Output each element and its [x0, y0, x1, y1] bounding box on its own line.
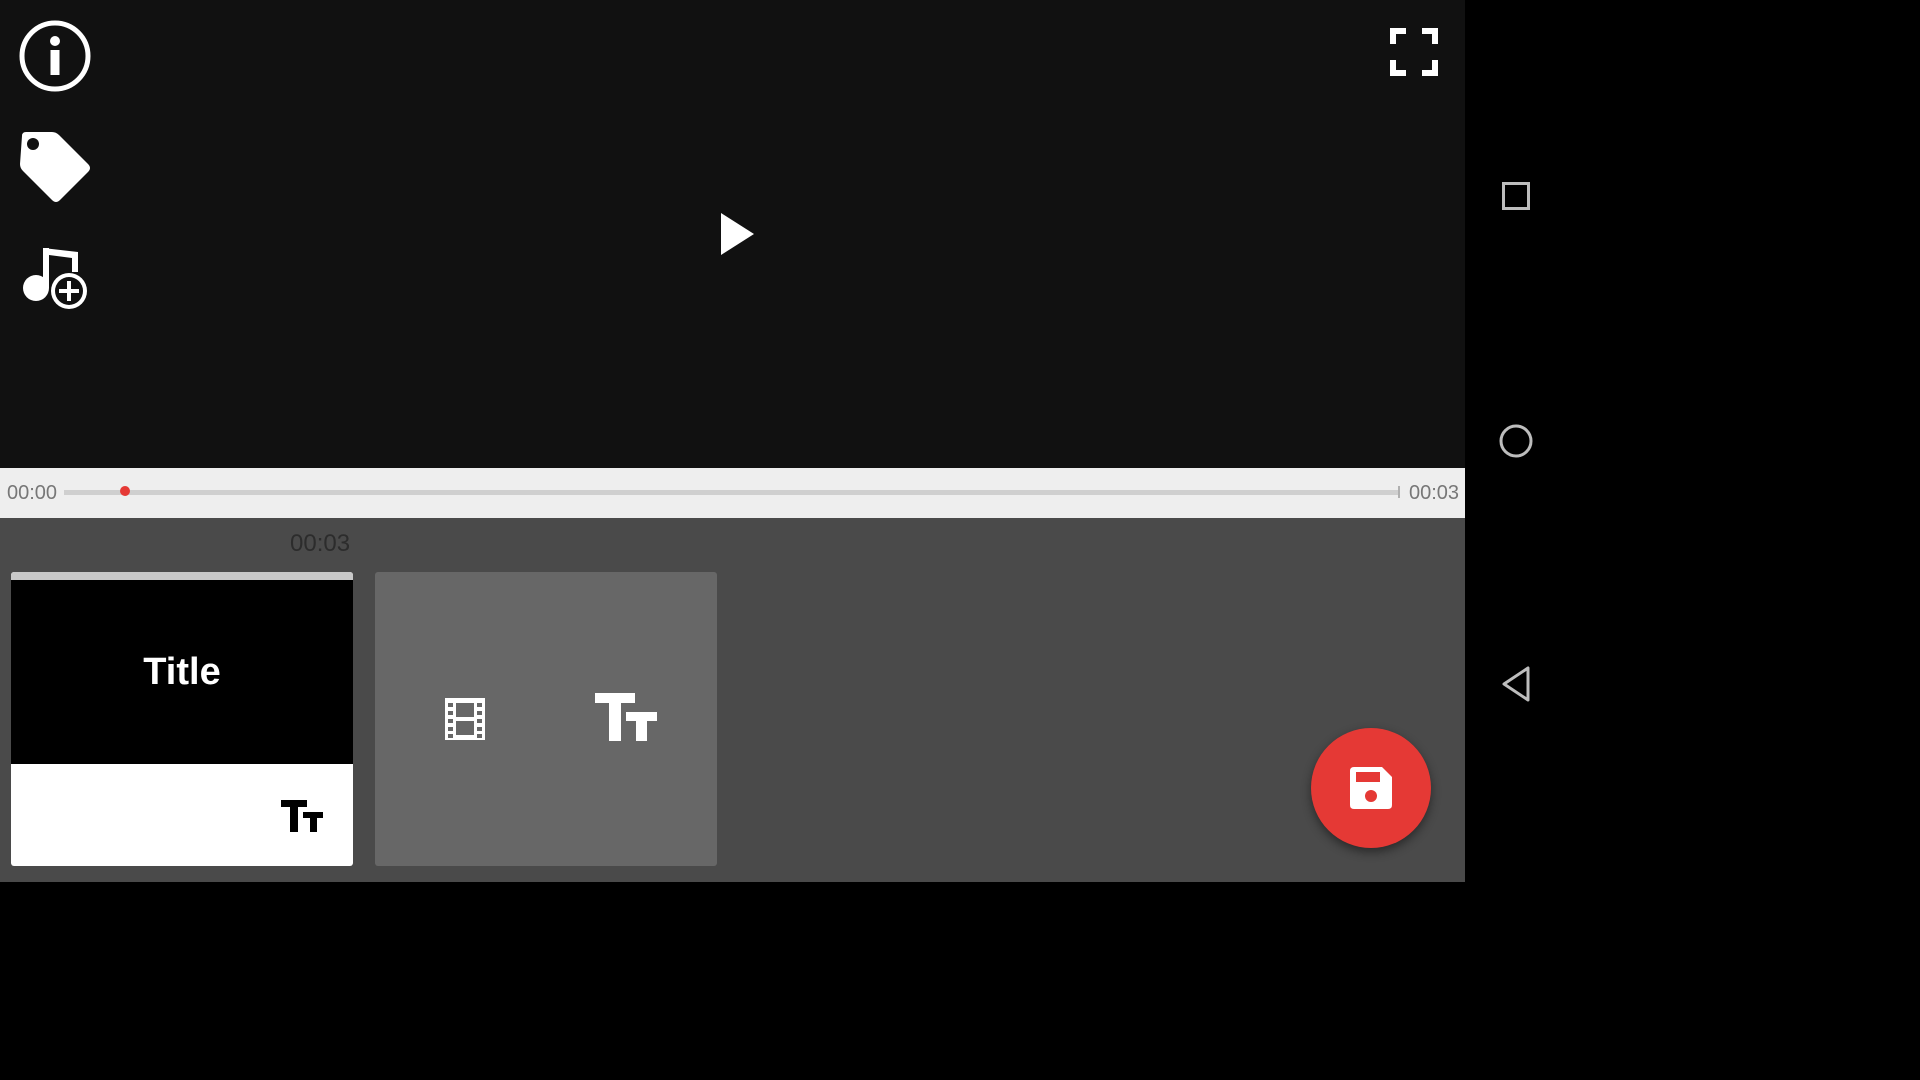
save-icon	[1350, 767, 1392, 809]
save-button[interactable]	[1311, 728, 1431, 848]
clip-progress-strip	[11, 572, 353, 580]
timeline-panel: 00:03 Title	[0, 518, 1465, 882]
add-clip-card	[375, 572, 717, 866]
seek-track[interactable]	[64, 490, 1400, 495]
video-preview[interactable]	[0, 0, 1465, 468]
title-clip-card[interactable]: Title	[11, 572, 353, 866]
triangle-back-icon[interactable]	[1500, 665, 1532, 703]
current-time: 00:00	[7, 482, 58, 504]
film-icon[interactable]	[443, 696, 487, 742]
total-time: 00:03	[1409, 482, 1460, 504]
seek-track-end	[1398, 486, 1400, 498]
square-icon[interactable]	[1501, 181, 1531, 211]
fullscreen-icon[interactable]	[1388, 26, 1440, 78]
clip-duration: 00:03	[290, 530, 351, 557]
clip-thumbnail: Title	[11, 580, 353, 764]
circle-icon[interactable]	[1498, 423, 1534, 459]
tag-icon[interactable]	[18, 130, 92, 204]
system-nav-bar	[1465, 0, 1568, 882]
text-format-icon[interactable]	[281, 798, 325, 834]
info-icon[interactable]	[18, 19, 92, 93]
playback-scrubber[interactable]: 00:00 00:03	[0, 468, 1465, 518]
clip-title: Title	[143, 650, 221, 693]
text-format-icon[interactable]	[595, 692, 659, 744]
video-editor: 00:00 00:03 00:03 Title	[0, 0, 1465, 882]
music-add-icon[interactable]	[20, 244, 90, 314]
play-icon[interactable]	[718, 211, 758, 257]
